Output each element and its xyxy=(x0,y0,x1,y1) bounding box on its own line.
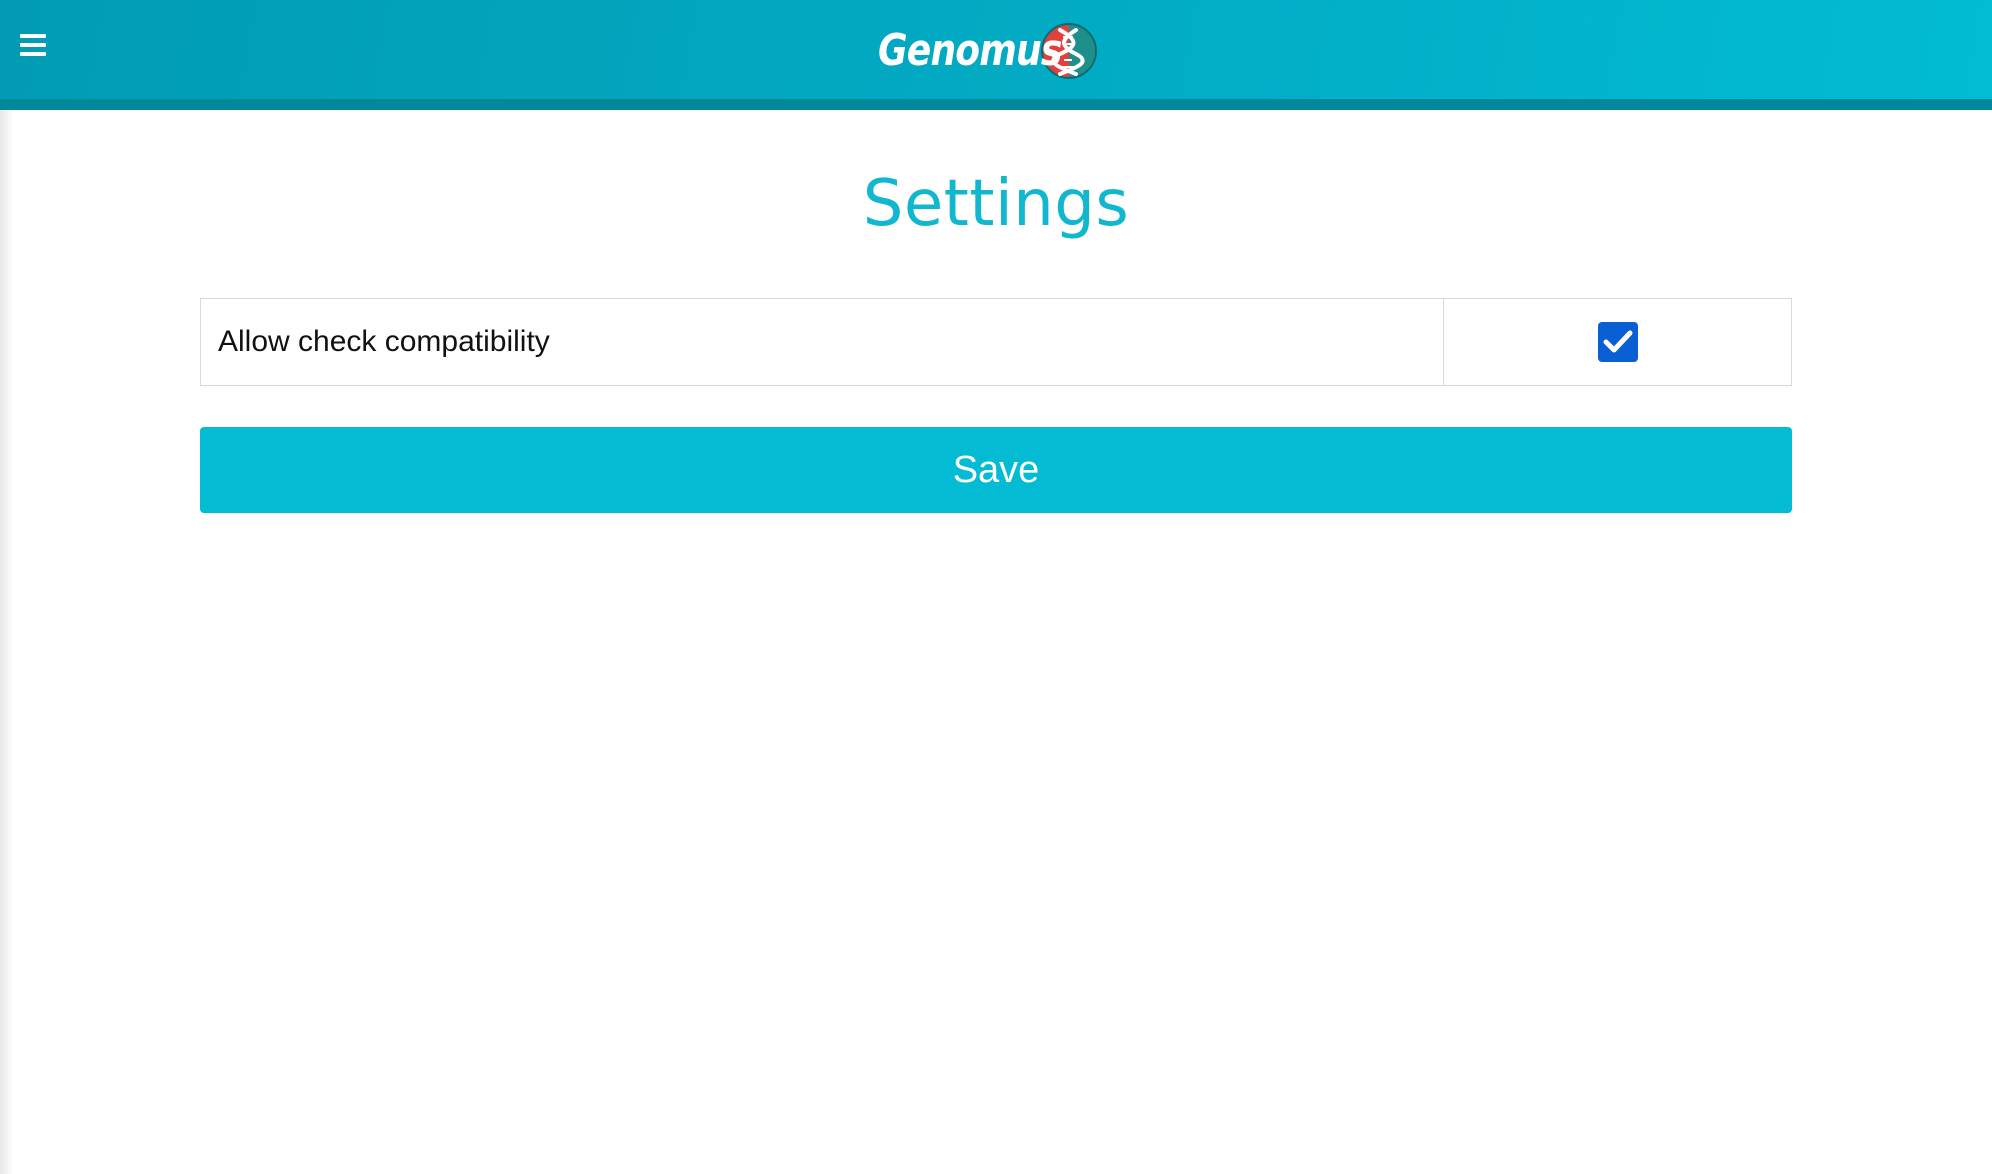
header-accent-strip xyxy=(0,99,1992,110)
app-page: Genomus Settings Allow check compatibili… xyxy=(0,0,1992,1174)
app-logo[interactable]: Genomus xyxy=(878,20,1098,82)
logo-text: Genomus xyxy=(878,25,1062,76)
settings-table: Allow check compatibility xyxy=(200,298,1792,386)
sidebar-shadow xyxy=(0,110,14,1174)
save-button[interactable]: Save xyxy=(200,427,1792,513)
setting-label-cell: Allow check compatibility xyxy=(201,299,1444,385)
top-header: Genomus xyxy=(0,0,1992,99)
page-title: Settings xyxy=(862,167,1130,241)
checkmark-icon xyxy=(1603,330,1632,353)
setting-label-allow-check-compatibility: Allow check compatibility xyxy=(218,325,550,358)
setting-value-cell xyxy=(1444,299,1791,385)
allow-check-compatibility-checkbox[interactable] xyxy=(1597,322,1638,362)
hamburger-menu-button[interactable] xyxy=(16,30,50,60)
